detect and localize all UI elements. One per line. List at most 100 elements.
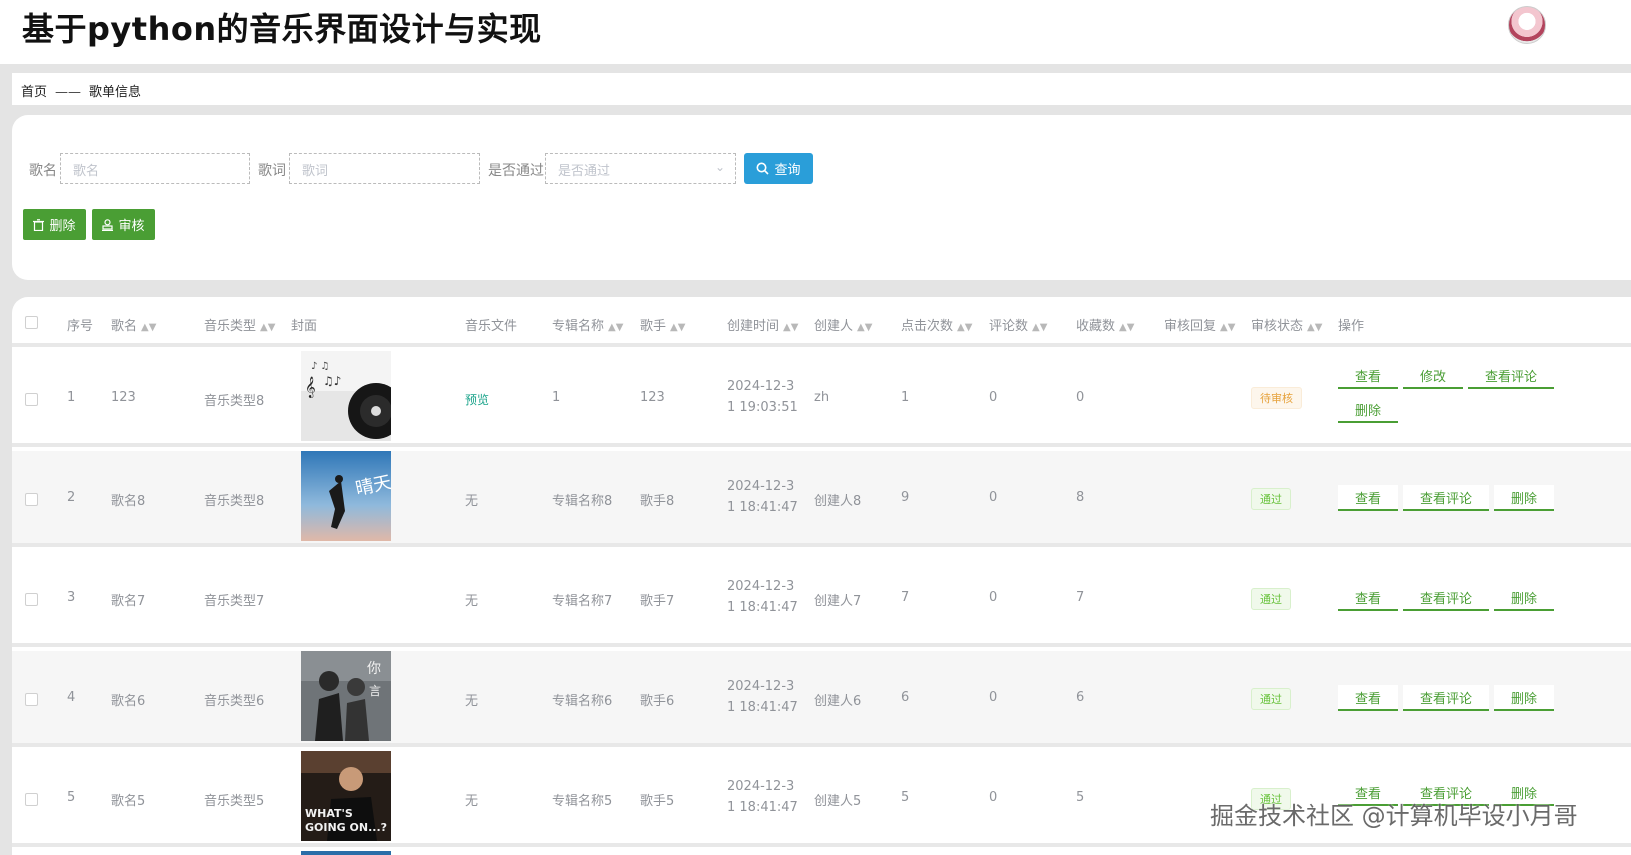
header-favorites[interactable]: 收藏数 ▲▼ — [1076, 315, 1134, 334]
header-creator[interactable]: 创建人 ▲▼ — [814, 315, 872, 334]
cover-image[interactable]: 你 言 — [301, 651, 391, 741]
cell-song-name: 歌名5 — [111, 794, 146, 809]
sort-icon: ▲▼ — [141, 322, 157, 333]
svg-text:WHAT'S: WHAT'S — [305, 807, 353, 820]
table-header: 序号 歌名 ▲▼ 音乐类型 ▲▼ 封面 音乐文件 专辑名称 ▲▼ 歌手 ▲▼ 创建时间 ▲… — [12, 297, 1631, 347]
header-review-status[interactable]: 审核状态 ▲▼ — [1251, 315, 1322, 334]
cell-singer: 歌手6 — [640, 694, 675, 709]
row-checkbox[interactable] — [25, 393, 38, 406]
header-singer[interactable]: 歌手 ▲▼ — [640, 315, 685, 334]
cell-singer: 歌手7 — [640, 594, 675, 609]
delete-button[interactable]: 删除 — [23, 209, 86, 240]
row-checkbox[interactable] — [25, 793, 38, 806]
cell-music-type: 音乐类型8 — [204, 494, 265, 509]
header-created-time[interactable]: 创建时间 ▲▼ — [727, 315, 798, 334]
sort-icon: ▲▼ — [1220, 322, 1236, 333]
breadcrumb-home[interactable]: 首页 — [21, 81, 47, 100]
user-avatar[interactable] — [1508, 6, 1546, 44]
view-comments-button[interactable]: 查看评论 — [1403, 685, 1489, 711]
edit-button[interactable]: 修改 — [1403, 363, 1463, 389]
view-button[interactable]: 查看 — [1338, 685, 1398, 711]
header-music-file: 音乐文件 — [465, 319, 518, 334]
chevron-down-icon: ⌄ — [714, 160, 725, 174]
header-index: 序号 — [67, 319, 94, 334]
cell-index: 4 — [67, 690, 76, 705]
cell-created-time-date: 2024-12-3 — [727, 479, 795, 494]
cell-creator: 创建人7 — [814, 594, 862, 609]
view-button[interactable]: 查看 — [1338, 485, 1398, 511]
cell-comments: 0 — [989, 790, 998, 805]
cell-created-time-clock: 1 18:41:47 — [727, 600, 798, 615]
header-review-reply[interactable]: 审核回复 ▲▼ — [1164, 315, 1235, 334]
passed-select[interactable]: 是否通过 ⌄ — [545, 153, 736, 184]
view-button[interactable]: 查看 — [1338, 363, 1398, 389]
review-button[interactable]: 审核 — [92, 209, 155, 240]
app-title: 基于python的音乐界面设计与实现 — [22, 10, 542, 48]
table-row: 1 123 音乐类型8 𝄞 ♫♪ ♪ ♫ 预览 1 123 2024-12-3 … — [12, 351, 1631, 447]
cell-clicks: 1 — [901, 390, 910, 405]
cell-singer: 歌手5 — [640, 794, 675, 809]
query-button[interactable]: 查询 — [744, 153, 813, 184]
view-comments-button[interactable]: 查看评论 — [1403, 585, 1489, 611]
lyrics-label: 歌词 — [258, 163, 286, 179]
query-button-label: 查询 — [774, 163, 801, 178]
cell-created-time-date: 2024-12-3 — [727, 679, 795, 694]
table-row: 4 歌名6 音乐类型6 你 言 无 专辑名称6 歌手6 2024-12-3 1 … — [12, 651, 1631, 747]
row-checkbox[interactable] — [25, 493, 38, 506]
cover-image[interactable]: 𝄞 ♫♪ ♪ ♫ — [301, 351, 391, 441]
select-all-checkbox[interactable] — [25, 316, 38, 329]
row-checkbox[interactable] — [25, 693, 38, 706]
row-checkbox[interactable] — [25, 593, 38, 606]
header-music-type[interactable]: 音乐类型 ▲▼ — [204, 315, 275, 334]
cell-index: 3 — [67, 590, 76, 605]
header-comments[interactable]: 评论数 ▲▼ — [989, 315, 1047, 334]
search-icon — [756, 162, 770, 175]
status-badge: 待审核 — [1251, 387, 1302, 409]
svg-text:你: 你 — [367, 661, 381, 677]
breadcrumb: 首页 —— 歌单信息 — [21, 81, 141, 100]
cell-album: 专辑名称8 — [552, 494, 613, 509]
view-comments-button[interactable]: 查看评论 — [1468, 363, 1554, 389]
cover-image[interactable]: 晴天 — [301, 451, 391, 541]
header-song-name[interactable]: 歌名 ▲▼ — [111, 315, 156, 334]
cell-music-type: 音乐类型7 — [204, 594, 265, 609]
cell-favorites: 6 — [1076, 690, 1085, 705]
passed-placeholder: 是否通过 — [558, 164, 611, 179]
header-clicks[interactable]: 点击次数 ▲▼ — [901, 315, 972, 334]
sort-icon: ▲▼ — [957, 322, 973, 333]
cell-clicks: 5 — [901, 790, 910, 805]
header-album[interactable]: 专辑名称 ▲▼ — [552, 315, 623, 334]
cell-music-file: 无 — [465, 694, 479, 709]
cell-singer: 歌手8 — [640, 494, 675, 509]
song-name-input[interactable]: 歌名 — [60, 153, 250, 184]
delete-row-button[interactable]: 删除 — [1494, 685, 1554, 711]
cell-favorites: 5 — [1076, 790, 1085, 805]
cell-clicks: 6 — [901, 690, 910, 705]
cell-index: 5 — [67, 790, 76, 805]
cell-creator: 创建人5 — [814, 794, 862, 809]
delete-row-button[interactable]: 删除 — [1338, 397, 1398, 423]
cell-clicks: 7 — [901, 590, 910, 605]
cell-created-time-date: 2024-12-3 — [727, 379, 795, 394]
cell-song-name: 歌名6 — [111, 694, 146, 709]
view-comments-button[interactable]: 查看评论 — [1403, 485, 1489, 511]
cell-favorites: 0 — [1076, 390, 1085, 405]
delete-row-button[interactable]: 删除 — [1494, 485, 1554, 511]
watermark: 掘金技术社区 @计算机毕设小月哥 — [1210, 802, 1578, 830]
next-row-cover-edge — [301, 851, 391, 855]
cell-singer: 123 — [640, 390, 665, 405]
svg-text:𝄞: 𝄞 — [305, 377, 316, 398]
view-button[interactable]: 查看 — [1338, 585, 1398, 611]
svg-text:♪ ♫: ♪ ♫ — [311, 361, 330, 372]
song-name-label: 歌名 — [29, 163, 57, 179]
search-panel: 歌名 歌名 歌词 歌词 是否通过 是否通过 ⌄ 查询 删除 审核 — [12, 115, 1631, 280]
table-row: 2 歌名8 音乐类型8 晴天 无 专辑名称8 歌手8 2024-12-3 1 1… — [12, 451, 1631, 547]
cover-image[interactable]: WHAT'S GOING ON...? — [301, 751, 391, 841]
cell-music-file-preview-link[interactable]: 预览 — [465, 391, 489, 408]
delete-row-button[interactable]: 删除 — [1494, 585, 1554, 611]
sort-icon: ▲▼ — [783, 322, 799, 333]
cell-music-type: 音乐类型5 — [204, 794, 265, 809]
table-row: 3 歌名7 音乐类型7 无 专辑名称7 歌手7 2024-12-3 1 18:4… — [12, 551, 1631, 647]
cell-creator: 创建人8 — [814, 494, 862, 509]
lyrics-input[interactable]: 歌词 — [289, 153, 480, 184]
